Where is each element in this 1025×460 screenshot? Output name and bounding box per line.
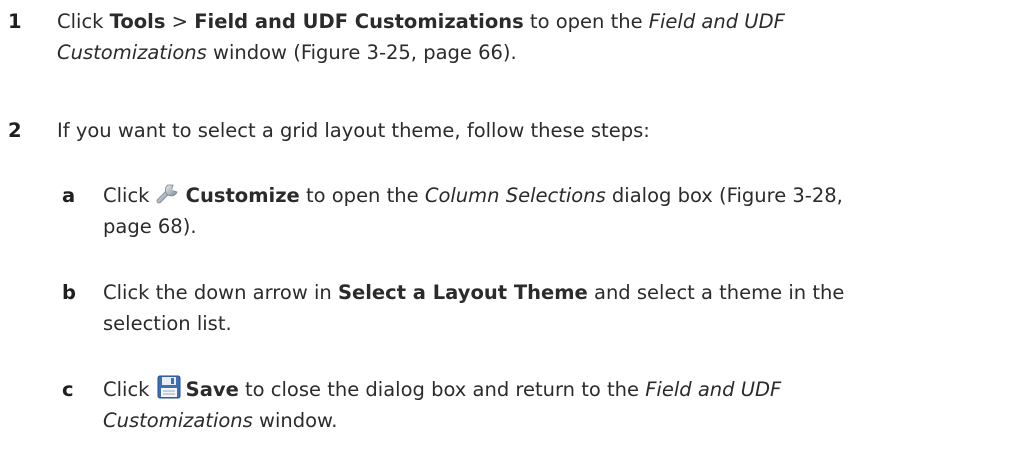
bold-term: Field and UDF Customizations [194,10,524,33]
text-run: to open the [299,184,425,207]
substep-line: Click the down arrow in Select a Layout … [103,277,844,308]
substep-line: page 68). [103,211,197,242]
substep-line: Click Save to close the dialog box and r… [103,374,781,408]
save-icon [156,375,182,408]
bold-term: Select a Layout Theme [337,281,588,304]
text-run: Click [57,10,110,33]
step-line: Customizations window (Figure 3-25, page… [57,37,517,68]
text-run: dialog box (Figure 3-28, [605,184,843,207]
text-run: window. [252,409,338,432]
step-line: If you want to select a grid layout them… [57,115,650,146]
substep-letter: a [62,184,76,207]
text-run: selection list. [103,312,232,335]
bold-term: Tools [109,10,166,33]
text-run: Click the down arrow in [103,281,338,304]
text-run: window (Figure 3-25, page 66). [206,41,517,64]
italic-term: Field and UDF [648,10,785,33]
step-line: Click Tools > Field and UDF Customizatio… [57,6,785,37]
text-run: page 68). [103,215,197,238]
bold-term: Customize [185,184,300,207]
text-run: and select a theme in the [587,281,845,304]
step-number: 1 [8,10,22,33]
text-run: Click [103,378,156,401]
italic-term: Column Selections [424,184,606,207]
substep-line: selection list. [103,308,232,339]
text-run: If you want to select a grid layout them… [57,119,650,142]
italic-term: Customizations [57,41,207,64]
substep-letter: c [62,378,74,401]
text-run: to close the dialog box and return to th… [238,378,646,401]
substep-line: Click Customize to open the Column Selec… [103,180,843,214]
step-number: 2 [8,119,22,142]
text-run: Click [103,184,156,207]
text-run: to open the [523,10,649,33]
text-run: > [165,10,195,33]
substep-line: Customizations window. [103,405,337,436]
italic-term: Customizations [103,409,253,432]
substep-letter: b [62,281,76,304]
italic-term: Field and UDF [645,378,782,401]
bold-term: Save [185,378,239,401]
wrench-icon [156,181,182,214]
